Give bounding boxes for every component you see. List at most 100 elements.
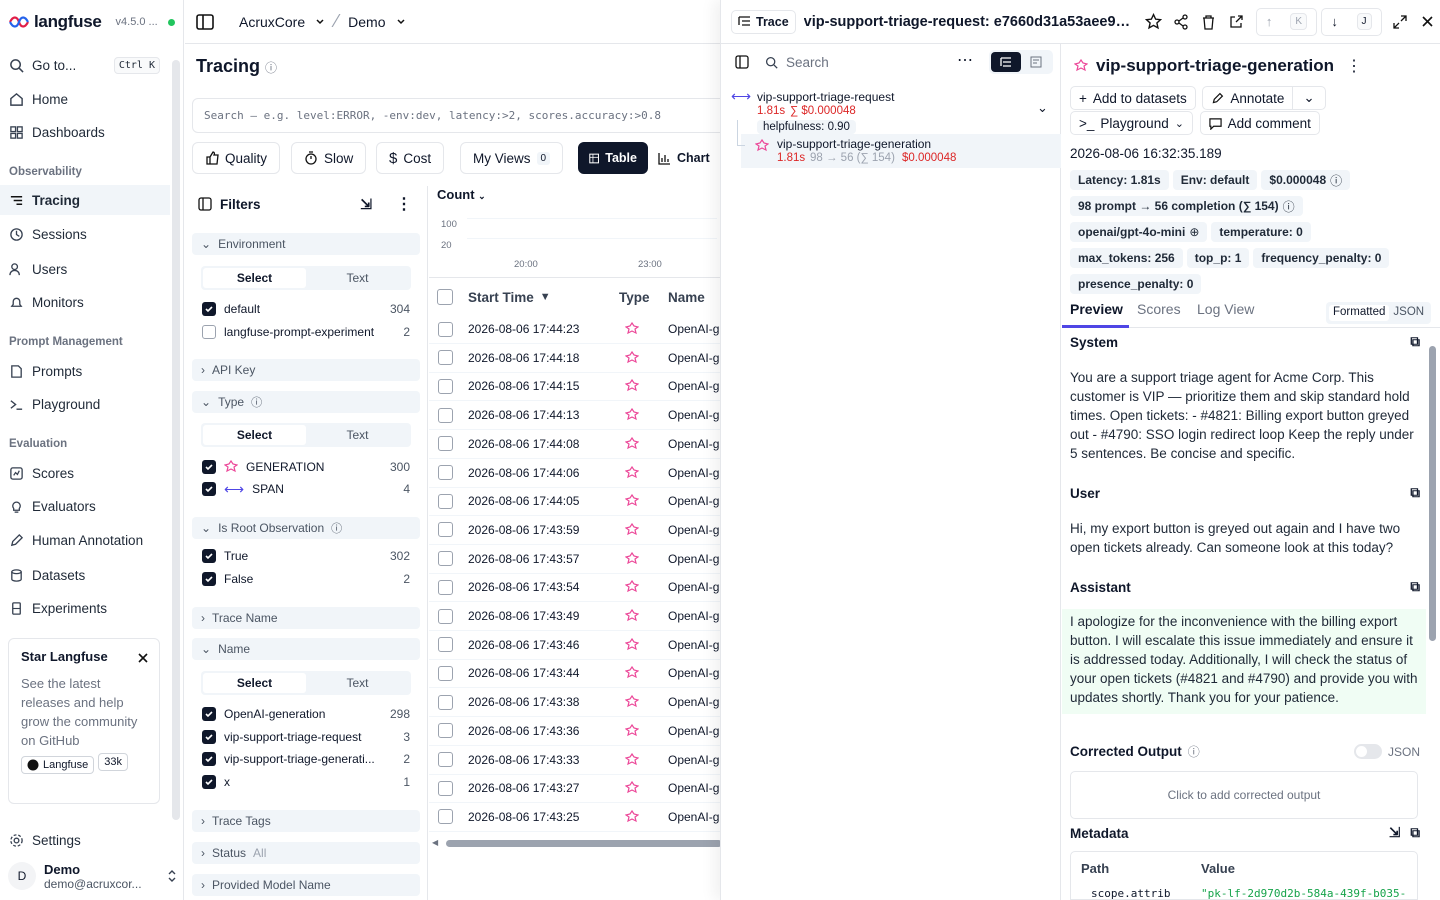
- filter-option[interactable]: OpenAI-generation 298: [202, 704, 410, 724]
- checkbox-checked[interactable]: [202, 775, 216, 789]
- row-checkbox[interactable]: [438, 809, 453, 825]
- more-icon[interactable]: ⋯: [957, 50, 973, 70]
- row-checkbox[interactable]: [438, 436, 453, 452]
- model-pill[interactable]: openai/gpt-4o-mini ⊕: [1070, 222, 1208, 242]
- chart-metric-selector[interactable]: Count ⌄: [437, 187, 486, 202]
- sidebar-item-settings[interactable]: Settings: [0, 825, 170, 855]
- checkbox-checked[interactable]: [202, 572, 216, 586]
- sidebar-item-datasets[interactable]: Datasets: [0, 560, 170, 590]
- filter-group-model[interactable]: › Provided Model Name: [192, 874, 420, 896]
- tree-node-root[interactable]: ⟷ vip-support-triage-request 1.81s ∑ $0.…: [731, 88, 1061, 134]
- annotate-button[interactable]: Annotate: [1202, 86, 1293, 110]
- tab-scores[interactable]: Scores: [1137, 301, 1181, 317]
- table-row[interactable]: 2026-08-06 17:43:25 OpenAI-g: [429, 803, 721, 832]
- table-row[interactable]: 2026-08-06 17:43:57 OpenAI-g: [429, 545, 721, 574]
- timeline-view-icon[interactable]: [1021, 52, 1051, 72]
- filter-group-status[interactable]: › Status All: [192, 842, 420, 864]
- checkbox-checked[interactable]: [202, 549, 216, 563]
- table-row[interactable]: 2026-08-06 17:44:08 OpenAI-g: [429, 430, 721, 459]
- filter-option[interactable]: default 304: [202, 299, 410, 319]
- goto-button[interactable]: Go to... Ctrl K: [0, 50, 170, 80]
- playground-button[interactable]: >_ Playground ⌄: [1070, 111, 1193, 135]
- copy-icon[interactable]: ⧉: [1410, 485, 1420, 501]
- add-comment-button[interactable]: Add comment: [1199, 111, 1320, 135]
- table-row[interactable]: 2026-08-06 17:44:15 OpenAI-g: [429, 372, 721, 402]
- share-button[interactable]: [1167, 8, 1195, 36]
- row-checkbox[interactable]: [438, 551, 453, 567]
- filter-option[interactable]: GENERATION 300: [202, 457, 410, 477]
- table-row[interactable]: 2026-08-06 17:44:13 OpenAI-g: [429, 401, 721, 431]
- filter-option[interactable]: vip-support-triage-generati... 2: [202, 749, 410, 769]
- info-icon[interactable]: ⓘ: [265, 61, 277, 75]
- filter-group-trace-name[interactable]: › Trace Name: [192, 607, 420, 629]
- sidebar-item-monitors[interactable]: Monitors: [0, 287, 170, 317]
- seg-select[interactable]: Select: [203, 673, 306, 693]
- row-checkbox[interactable]: [438, 493, 453, 509]
- filter-group-api-key[interactable]: › API Key: [192, 359, 420, 381]
- format-json[interactable]: JSON: [1389, 305, 1428, 321]
- row-checkbox[interactable]: [438, 579, 453, 595]
- annotate-dropdown[interactable]: ⌄: [1292, 86, 1326, 110]
- collapse-all-icon[interactable]: ⇲: [360, 196, 372, 213]
- close-icon[interactable]: [137, 652, 149, 664]
- filter-group-environment[interactable]: ⌄ Environment: [192, 233, 420, 255]
- filter-option[interactable]: x1: [202, 772, 410, 792]
- search-input[interactable]: Search — e.g. level:ERROR, -env:dev, lat…: [192, 98, 732, 133]
- corrected-output-input[interactable]: Click to add corrected output: [1070, 771, 1418, 819]
- row-checkbox[interactable]: [438, 637, 453, 653]
- checkbox-unchecked[interactable]: [437, 289, 453, 305]
- expand-icon[interactable]: ⇲: [1389, 825, 1400, 841]
- cost-preset-button[interactable]: $ Cost: [376, 142, 445, 174]
- filter-option[interactable]: langfuse-prompt-experiment 2: [202, 322, 410, 342]
- filter-group-root[interactable]: ⌄ Is Root Observation ⓘ: [192, 517, 420, 539]
- table-row[interactable]: 2026-08-06 17:43:36 OpenAI-g: [429, 717, 721, 746]
- table-row[interactable]: 2026-08-06 17:43:38 OpenAI-g: [429, 688, 721, 718]
- cost-pill[interactable]: $0.000048 ⓘ: [1261, 170, 1351, 190]
- chart-view-button[interactable]: Chart: [648, 142, 722, 174]
- sidebar-item-users[interactable]: Users: [0, 254, 170, 284]
- filter-group-trace-tags[interactable]: › Trace Tags: [192, 810, 420, 832]
- sidebar-item-prompts[interactable]: Prompts: [0, 356, 170, 386]
- info-icon[interactable]: ⓘ: [1188, 743, 1200, 760]
- type-mode-toggle[interactable]: Select Text: [201, 423, 411, 447]
- seg-text[interactable]: Text: [306, 425, 409, 445]
- table-row[interactable]: 2026-08-06 17:43:33 OpenAI-g: [429, 746, 721, 775]
- sidebar-item-dashboards[interactable]: Dashboards: [0, 117, 170, 147]
- tree-view-toggle[interactable]: [989, 50, 1053, 74]
- table-row[interactable]: 2026-08-06 17:44:18 OpenAI-g: [429, 344, 721, 373]
- tree-view-icon[interactable]: [991, 52, 1021, 72]
- row-checkbox[interactable]: [438, 665, 453, 681]
- name-mode-toggle[interactable]: Select Text: [201, 671, 411, 695]
- copy-icon[interactable]: ⧉: [1410, 825, 1420, 841]
- user-menu[interactable]: D Demo demo@acruxcor...: [8, 858, 178, 894]
- checkbox-checked[interactable]: [202, 460, 216, 474]
- content-scrollbar[interactable]: [1429, 334, 1437, 900]
- panel-icon[interactable]: [198, 197, 212, 211]
- filter-group-type[interactable]: ⌄ Type ⓘ: [192, 391, 420, 413]
- copy-icon[interactable]: ⧉: [1410, 579, 1420, 595]
- org-selector[interactable]: AcruxCore: [239, 14, 305, 30]
- column-type[interactable]: Type: [619, 279, 650, 315]
- filter-option[interactable]: ⟷ SPAN 4: [202, 479, 410, 499]
- more-icon[interactable]: ⋮: [396, 194, 412, 214]
- sidebar-item-sessions[interactable]: Sessions: [0, 219, 170, 249]
- info-icon[interactable]: ⓘ: [251, 394, 262, 410]
- next-trace-button[interactable]: ↓ J: [1320, 7, 1382, 36]
- filter-option[interactable]: True 302: [202, 546, 410, 566]
- row-checkbox[interactable]: [438, 608, 453, 624]
- quality-preset-button[interactable]: Quality: [192, 142, 281, 174]
- row-checkbox[interactable]: [438, 407, 453, 423]
- sidebar-item-experiments[interactable]: Experiments: [0, 593, 170, 623]
- table-row[interactable]: 2026-08-06 17:43:54 OpenAI-g: [429, 573, 721, 603]
- table-row[interactable]: 2026-08-06 17:43:44 OpenAI-g: [429, 659, 721, 689]
- format-formatted[interactable]: Formatted: [1329, 305, 1390, 321]
- project-selector[interactable]: Demo: [348, 14, 385, 30]
- row-checkbox[interactable]: [438, 723, 453, 739]
- column-name[interactable]: Name: [668, 279, 705, 315]
- star-button[interactable]: [1140, 8, 1168, 36]
- row-checkbox[interactable]: [438, 378, 453, 394]
- checkbox-checked[interactable]: [202, 302, 216, 316]
- app-name[interactable]: langfuse: [34, 12, 102, 32]
- json-toggle[interactable]: [1353, 744, 1382, 759]
- chevron-down-icon[interactable]: ⌄: [1037, 100, 1048, 116]
